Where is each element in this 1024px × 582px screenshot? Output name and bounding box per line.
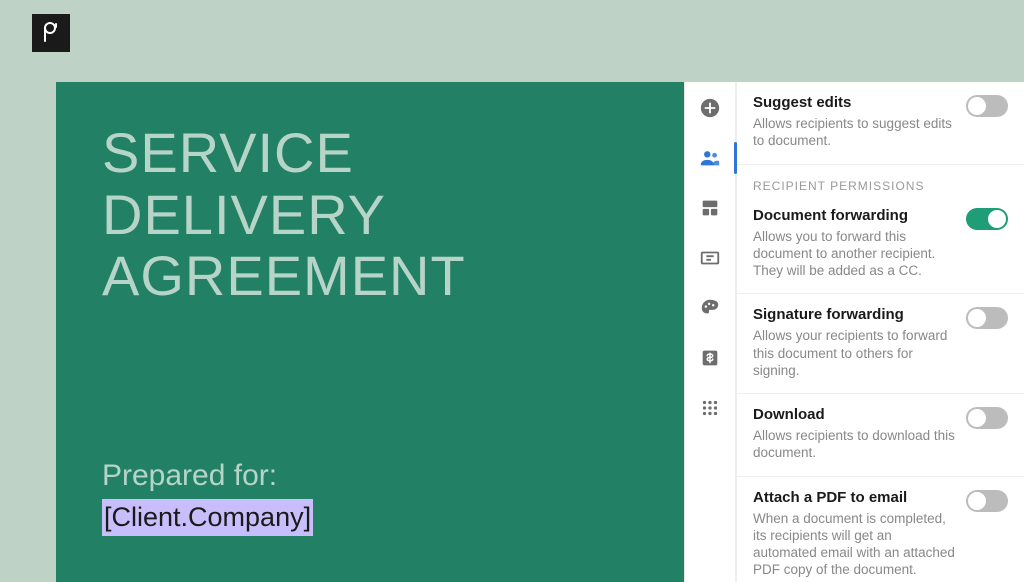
design-icon <box>699 297 721 319</box>
setting-desc: Allows you to forward this document to a… <box>753 228 958 280</box>
pd-logo-icon <box>39 21 63 45</box>
rail-recipients[interactable] <box>696 144 724 172</box>
apps-icon <box>699 397 721 419</box>
add-icon <box>699 97 721 119</box>
app-logo <box>32 14 70 52</box>
setting-title: Document forwarding <box>753 207 958 224</box>
rail-design[interactable] <box>696 294 724 322</box>
toggle-suggest-edits[interactable] <box>966 95 1008 117</box>
fields-icon <box>699 247 721 269</box>
section-header-permissions: RECIPIENT PERMISSIONS <box>737 165 1024 195</box>
rail-pricing[interactable] <box>696 344 724 372</box>
rail-add[interactable] <box>696 94 724 122</box>
setting-title: Attach a PDF to email <box>753 489 958 506</box>
toggle-document-forwarding[interactable] <box>966 208 1008 230</box>
icon-rail <box>685 82 737 582</box>
setting-title: Download <box>753 406 958 423</box>
setting-attach-pdf: Attach a PDF to email When a document is… <box>737 477 1024 582</box>
setting-document-forwarding: Document forwarding Allows you to forwar… <box>737 195 1024 295</box>
prepared-for-label: Prepared for: <box>102 459 638 493</box>
setting-title: Suggest edits <box>753 94 958 111</box>
pricing-icon <box>699 347 721 369</box>
setting-signature-forwarding: Signature forwarding Allows your recipie… <box>737 294 1024 394</box>
toggle-attach-pdf[interactable] <box>966 490 1008 512</box>
setting-suggest-edits: Suggest edits Allows recipients to sugge… <box>737 82 1024 165</box>
setting-desc: Allows recipients to download this docum… <box>753 427 958 462</box>
settings-sidebar: Suggest edits Allows recipients to sugge… <box>684 82 1024 582</box>
rail-fields[interactable] <box>696 244 724 272</box>
document-title: SERVICE DELIVERY AGREEMENT <box>102 122 638 307</box>
setting-desc: Allows recipients to suggest edits to do… <box>753 115 958 150</box>
recipients-icon <box>699 147 721 169</box>
setting-download: Download Allows recipients to download t… <box>737 394 1024 477</box>
rail-apps[interactable] <box>696 394 724 422</box>
setting-desc: When a document is completed, its recipi… <box>753 510 958 579</box>
rail-content[interactable] <box>696 194 724 222</box>
content-icon <box>699 197 721 219</box>
toggle-signature-forwarding[interactable] <box>966 307 1008 329</box>
setting-title: Signature forwarding <box>753 306 958 323</box>
document-preview: SERVICE DELIVERY AGREEMENT Prepared for:… <box>56 82 684 582</box>
settings-panel: Suggest edits Allows recipients to sugge… <box>737 82 1024 582</box>
prepared-block: Prepared for: [Client.Company] <box>102 459 638 536</box>
client-company-placeholder[interactable]: [Client.Company] <box>102 499 313 536</box>
toggle-download[interactable] <box>966 407 1008 429</box>
setting-desc: Allows your recipients to forward this d… <box>753 327 958 379</box>
